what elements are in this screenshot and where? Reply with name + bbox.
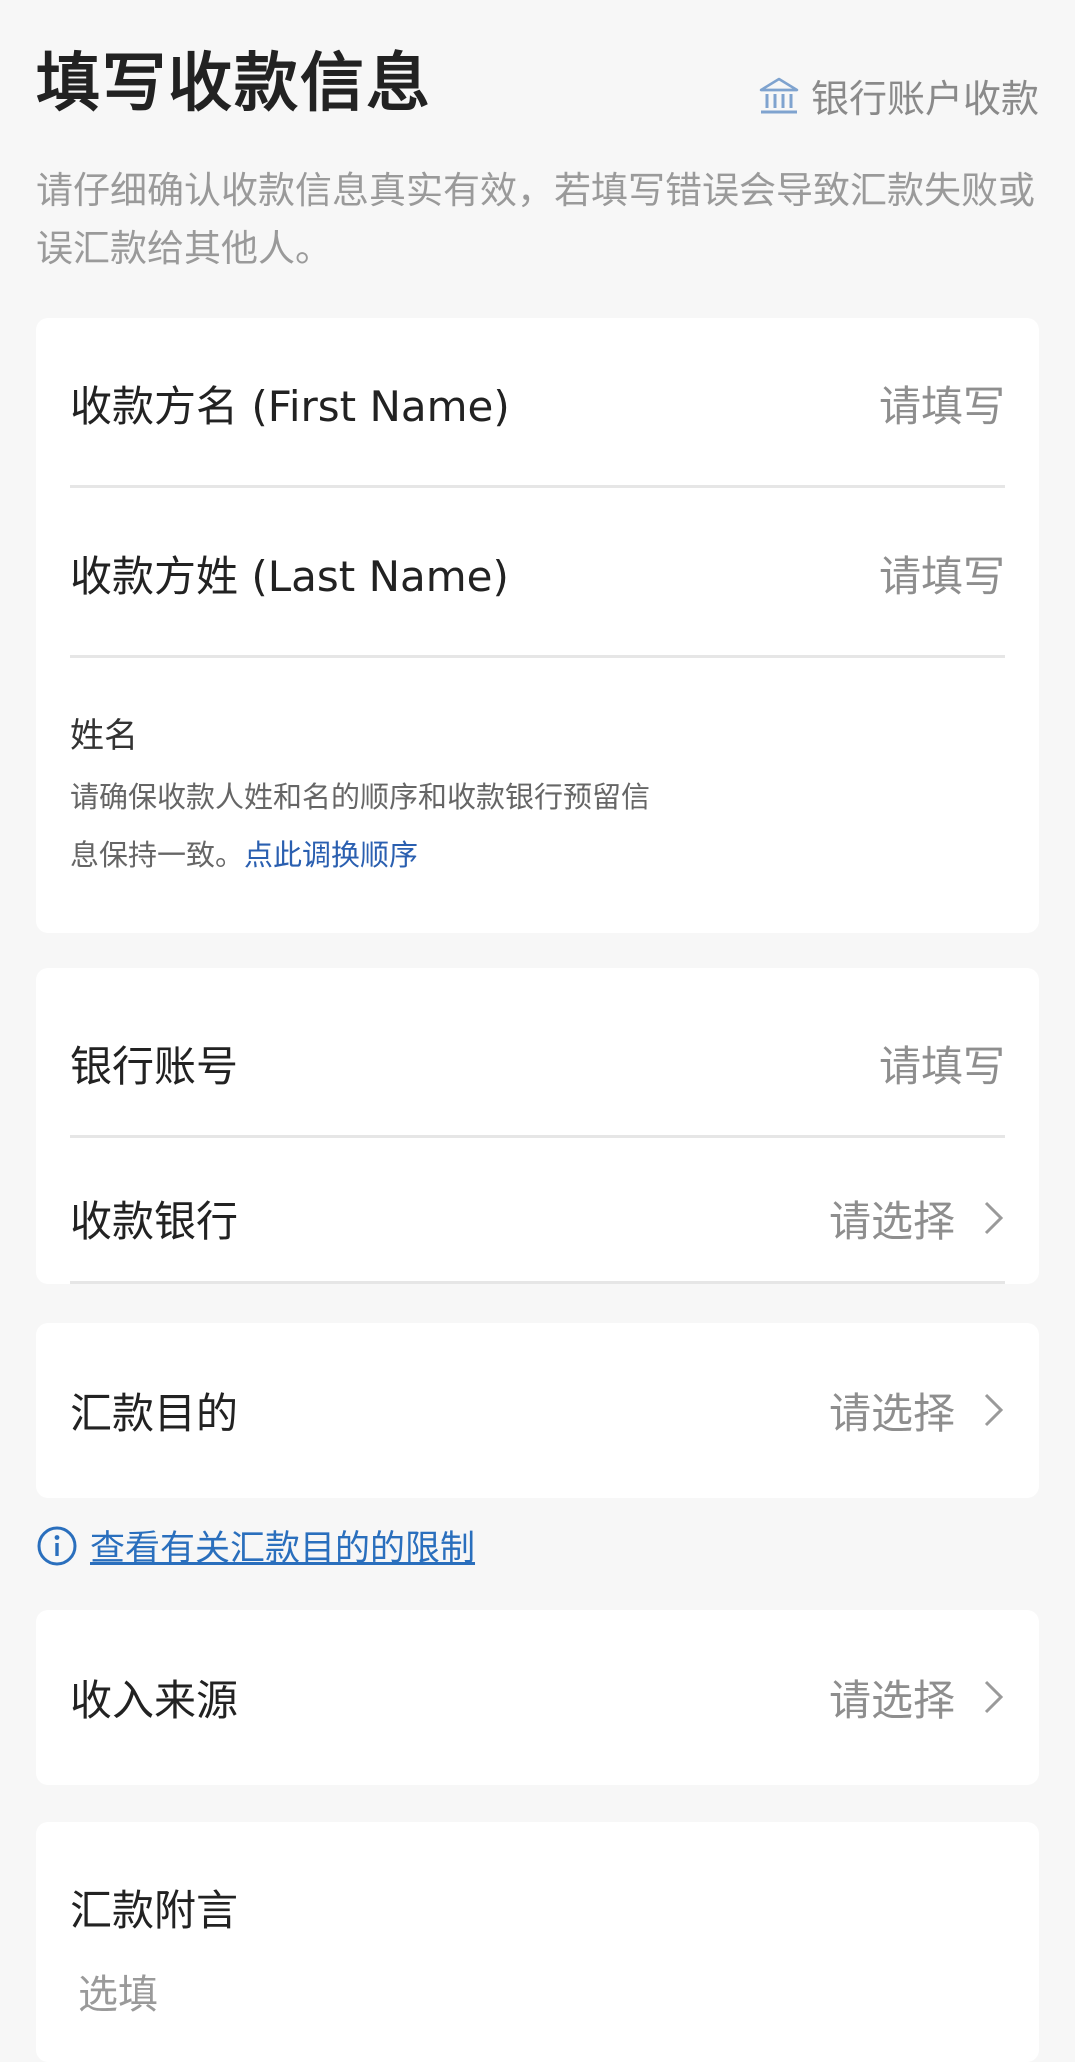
remark-input[interactable]: [70, 1972, 978, 2018]
receiving-bank-value: 请选择: [829, 1188, 1005, 1249]
remark-card: 汇款附言: [36, 1822, 1039, 2062]
chevron-right-icon: [984, 1680, 1004, 1714]
divider: [70, 1135, 1005, 1138]
swap-name-order-link[interactable]: 点此调换顺序: [244, 838, 418, 872]
remittance-purpose-label: 汇款目的: [70, 1388, 239, 1438]
remark-label: 汇款附言: [70, 1886, 239, 1935]
income-source-select[interactable]: 收入来源 请选择: [70, 1657, 1005, 1737]
bank-account-label: 银行账号: [70, 1041, 239, 1091]
page-header: 填写收款信息 银行账户收款: [36, 40, 1039, 128]
name-order-hint: 请确保收款人姓和名的顺序和收款银行预留信息保持一致。点此调换顺序: [70, 768, 670, 884]
name-section-title: 姓名: [70, 716, 138, 756]
bank-account-switch[interactable]: 银行账户收款: [757, 68, 1039, 123]
receiving-bank-placeholder: 请选择: [828, 1196, 955, 1246]
purpose-restrictions-text: 查看有关汇款目的的限制: [90, 1529, 476, 1569]
divider: [70, 655, 1005, 658]
bank-icon: [759, 77, 799, 113]
last-name-label: 收款方姓 (Last Name): [70, 551, 509, 601]
last-name-field[interactable]: 收款方姓 (Last Name) 请填写: [70, 533, 1005, 613]
purpose-card: 汇款目的 请选择: [36, 1323, 1039, 1498]
remittance-purpose-value: 请选择: [829, 1380, 1005, 1441]
income-source-card: 收入来源 请选择: [36, 1610, 1039, 1785]
income-source-label: 收入来源: [70, 1675, 239, 1725]
remittance-purpose-placeholder: 请选择: [828, 1388, 955, 1438]
name-card: 收款方名 (First Name) 请填写 收款方姓 (Last Name) 请…: [36, 318, 1039, 933]
bank-card: 银行账号 请填写 收款银行 请选择: [36, 968, 1039, 1284]
remittance-purpose-select[interactable]: 汇款目的 请选择: [70, 1370, 1005, 1450]
first-name-label: 收款方名 (First Name): [70, 381, 510, 431]
divider: [70, 1281, 1005, 1284]
bank-account-field[interactable]: 银行账号 请填写: [70, 1023, 1005, 1103]
income-source-placeholder: 请选择: [828, 1675, 955, 1725]
chevron-right-icon: [984, 1201, 1004, 1235]
info-icon: [37, 1526, 77, 1565]
first-name-placeholder[interactable]: 请填写: [879, 373, 1005, 434]
bank-account-placeholder[interactable]: 请填写: [879, 1033, 1005, 1094]
income-source-value: 请选择: [829, 1667, 1005, 1728]
receiving-bank-select[interactable]: 收款银行 请选择: [70, 1178, 1005, 1258]
bank-account-switch-label: 银行账户收款: [810, 77, 1039, 121]
receiving-bank-label: 收款银行: [70, 1196, 239, 1246]
chevron-right-icon: [984, 1393, 1004, 1427]
purpose-restrictions-link[interactable]: 查看有关汇款目的的限制: [36, 1520, 475, 1571]
first-name-field[interactable]: 收款方名 (First Name) 请填写: [70, 363, 1005, 443]
divider: [70, 485, 1005, 488]
last-name-placeholder[interactable]: 请填写: [879, 543, 1005, 604]
page-subtitle: 请仔细确认收款信息真实有效，若填写错误会导致汇款失败或误汇款给其他人。: [36, 169, 1035, 270]
